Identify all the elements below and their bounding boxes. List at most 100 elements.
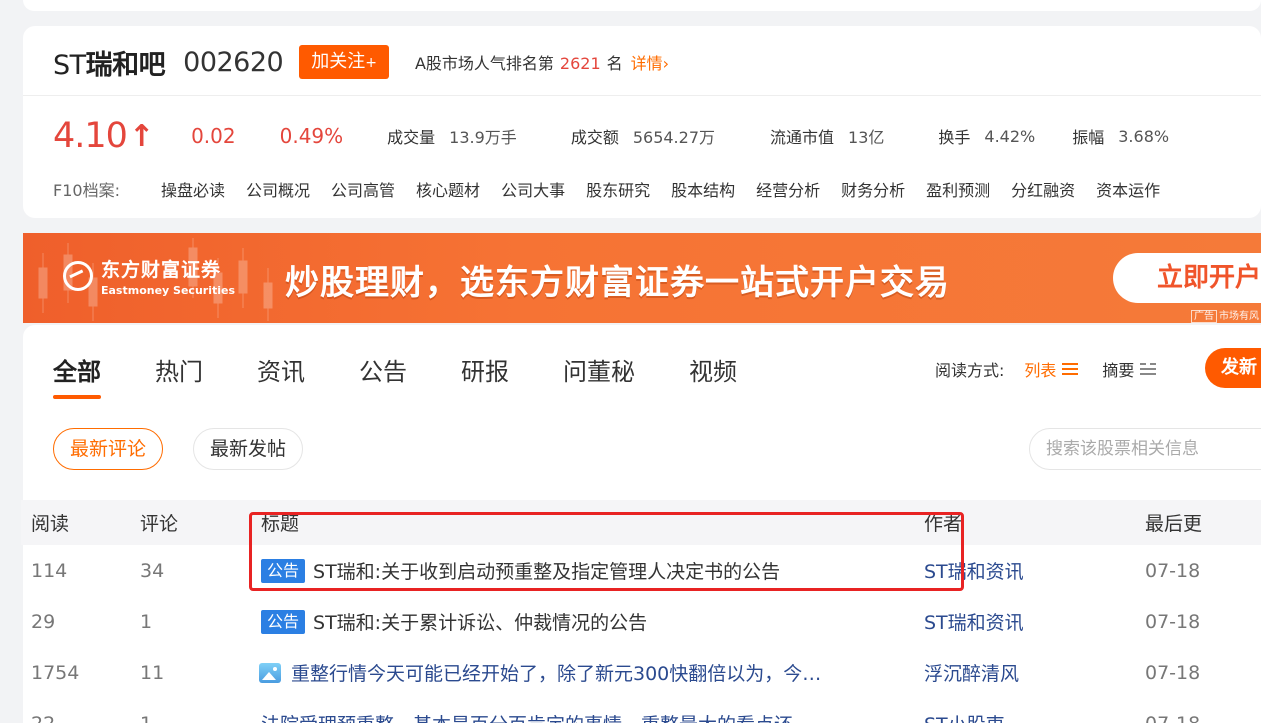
post-title-link[interactable]: ST瑞和:关于累计诉讼、仲裁情况的公告: [313, 608, 647, 635]
stat-turnover-label: 成交额: [570, 128, 619, 147]
last-update: 07-18: [1145, 661, 1201, 684]
f10-link[interactable]: 资本运作: [1096, 177, 1160, 201]
comment-count: 1: [126, 713, 231, 723]
f10-nav: F10档案: 操盘必读 公司概况 公司高管 核心题材 公司大事 股东研究 股本结…: [53, 178, 1181, 200]
header-divider: [23, 95, 1261, 96]
f10-link[interactable]: 公司高管: [331, 177, 395, 201]
tab-video[interactable]: 视频: [689, 352, 737, 399]
f10-link[interactable]: 经营分析: [756, 177, 820, 201]
chevron-right-icon: ›: [662, 54, 670, 73]
f10-link[interactable]: 分红融资: [1011, 177, 1075, 201]
read-count: 1754: [31, 661, 80, 684]
col-title: 标题: [261, 513, 300, 535]
category-tabs: 全部 热门 资讯 公告 研报 问董秘 视频: [53, 352, 791, 399]
f10-link[interactable]: 财务分析: [841, 177, 905, 201]
table-row: 1754 11 重整行情今天可能已经开始了，除了新元300快翻倍以为，今… 浮沉…: [21, 647, 1261, 698]
read-count: 22: [21, 713, 126, 723]
summary-icon: [1140, 363, 1157, 375]
stat-turnover-rate-label: 换手: [938, 128, 971, 147]
arrow-up-icon: ↑: [128, 118, 155, 154]
price-change-pct: 0.49%: [279, 124, 344, 148]
comment-count: 1: [140, 610, 153, 633]
read-mode-switch: 阅读方式: 列表 摘要: [935, 357, 1157, 381]
stat-amplitude-label: 振幅: [1072, 128, 1105, 147]
f10-link[interactable]: 操盘必读: [161, 177, 225, 201]
stock-header: ST瑞和吧 002620 加关注+ A股市场人气排名第 2621 名 详情› 4.1…: [23, 26, 1261, 218]
post-title-cell: 重整行情今天可能已经开始了，除了新元300快翻倍以为，今…: [231, 659, 920, 686]
comment-count: 34: [140, 559, 165, 582]
ad-tag: 广告 市场有风: [1191, 307, 1259, 323]
f10-link[interactable]: 股东研究: [586, 177, 650, 201]
post-title-cell: 公告 ST瑞和:关于收到启动预重整及指定管理人决定书的公告: [231, 557, 920, 584]
stat-turnover-value: 5654.27万: [632, 128, 715, 147]
last-update: 07-18: [1145, 713, 1261, 723]
f10-link[interactable]: 股本结构: [671, 177, 735, 201]
filter-latest-comment[interactable]: 最新评论: [53, 428, 164, 470]
col-comment[interactable]: 评论: [126, 509, 231, 536]
list-icon: [1062, 363, 1079, 375]
tab-hot[interactable]: 热门: [155, 352, 203, 399]
post-title-link[interactable]: 重整行情今天可能已经开始了，除了新元300快翻倍以为，今…: [291, 659, 821, 686]
f10-link[interactable]: 盈利预测: [926, 177, 990, 201]
col-read[interactable]: 阅读: [21, 509, 126, 536]
post-table: 阅读 评论 标题 作者 最后更 114 34 公告 ST瑞和:关于收到启动预重整…: [21, 500, 1261, 723]
ad-slogan: 炒股理财，选东方财富证券一站式开户交易: [285, 263, 950, 303]
table-row: 22 1 法院受理预重整，基本是百分百肯定的事情，重整最大的看点还 ST小股東 …: [21, 698, 1261, 723]
read-count: 29: [31, 610, 56, 633]
stock-code: 002620: [183, 46, 284, 78]
rank-detail-link[interactable]: 详情›: [631, 50, 669, 74]
tab-all[interactable]: 全部: [53, 352, 101, 399]
open-account-button[interactable]: 立即开户: [1113, 253, 1261, 303]
stat-float-cap-label: 流通市值: [770, 128, 835, 147]
f10-link[interactable]: 核心题材: [416, 177, 480, 201]
stock-title-row: ST瑞和吧 002620 加关注+ A股市场人气排名第 2621 名 详情›: [53, 43, 669, 82]
stat-float-cap-value: 13亿: [848, 128, 885, 147]
author-link[interactable]: ST瑞和资讯: [924, 612, 1024, 634]
last-update: 07-18: [1145, 559, 1201, 582]
post-title-cell: 公告 ST瑞和:关于累计诉讼、仲裁情况的公告: [231, 608, 920, 635]
table-row: 114 34 公告 ST瑞和:关于收到启动预重整及指定管理人决定书的公告 ST瑞…: [21, 545, 1261, 596]
ad-banner[interactable]: 东方财富证券 Eastmoney Securities 炒股理财，选东方财富证券…: [23, 233, 1261, 323]
table-header: 阅读 评论 标题 作者 最后更: [21, 500, 1261, 545]
announcement-badge: 公告: [261, 558, 306, 583]
stat-turnover-rate-value: 4.42%: [984, 126, 1036, 146]
stat-amplitude-value: 3.68%: [1118, 126, 1170, 146]
col-last-update[interactable]: 最后更: [1145, 509, 1261, 536]
price-change: 0.02: [191, 124, 236, 148]
top-strip: [23, 0, 1261, 11]
comment-count: 11: [140, 661, 165, 684]
author-link[interactable]: 浮沉醉清风: [924, 663, 1019, 685]
tab-news[interactable]: 资讯: [257, 352, 305, 399]
announcement-badge: 公告: [261, 609, 306, 634]
filter-latest-post[interactable]: 最新发帖: [193, 428, 304, 470]
f10-link[interactable]: 公司概况: [246, 177, 310, 201]
author-link[interactable]: ST小股東: [924, 714, 1005, 723]
tab-announcements[interactable]: 公告: [359, 352, 407, 399]
author-link[interactable]: ST瑞和资讯: [924, 561, 1024, 583]
f10-label: F10档案:: [53, 181, 120, 200]
plus-icon: +: [365, 55, 377, 71]
rank-value: 2621: [559, 54, 601, 73]
stock-search-input[interactable]: [1029, 428, 1261, 470]
quote-row: 4.10 ↑ 0.02 0.49% 成交量 13.9万手 成交额 5654.27…: [53, 116, 1169, 156]
current-price: 4.10: [53, 116, 128, 156]
stock-name[interactable]: ST瑞和吧: [53, 43, 166, 82]
read-mode-summary[interactable]: 摘要: [1102, 357, 1157, 381]
stat-volume-value: 13.9万手: [449, 128, 517, 147]
post-title-cell: 法院受理预重整，基本是百分百肯定的事情，重整最大的看点还: [231, 710, 920, 723]
sort-filters: 最新评论 最新发帖: [53, 428, 333, 470]
follow-button[interactable]: 加关注+: [299, 45, 389, 79]
col-author: 作者: [924, 513, 963, 535]
image-icon: [259, 662, 281, 683]
post-title-link[interactable]: ST瑞和:关于收到启动预重整及指定管理人决定书的公告: [313, 557, 780, 584]
tab-research[interactable]: 研报: [461, 352, 509, 399]
post-title-link[interactable]: 法院受理预重整，基本是百分百肯定的事情，重整最大的看点还: [261, 710, 793, 723]
read-mode-list[interactable]: 列表: [1024, 357, 1079, 381]
ad-logo: 东方财富证券 Eastmoney Securities: [63, 255, 235, 297]
eastmoney-logo-icon: [63, 261, 93, 291]
tab-ask-secretary[interactable]: 问董秘: [563, 352, 635, 399]
new-post-button[interactable]: 发新: [1205, 348, 1261, 388]
stat-volume-label: 成交量: [387, 128, 436, 147]
popularity-rank: A股市场人气排名第 2621 名: [414, 54, 623, 73]
f10-link[interactable]: 公司大事: [501, 177, 565, 201]
